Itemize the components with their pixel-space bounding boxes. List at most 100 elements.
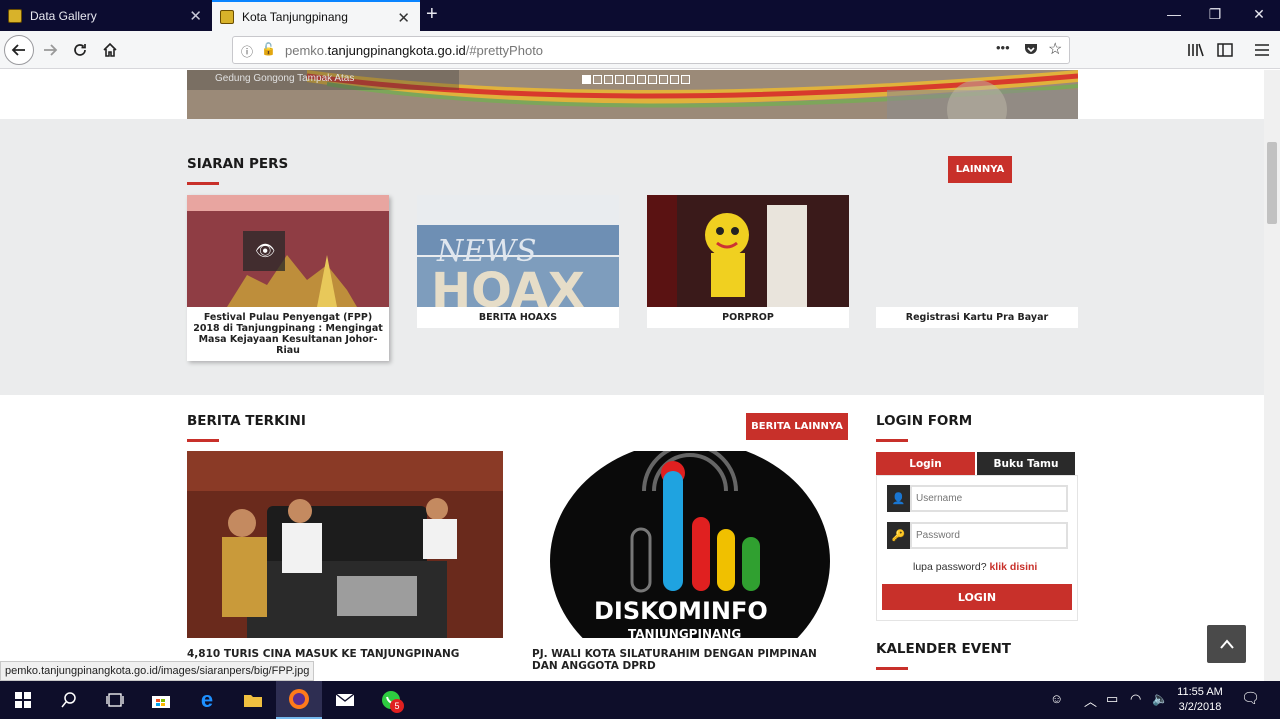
hero-slider[interactable]: Gedung Gongong Tampak Atas <box>187 70 1078 119</box>
slider-dot[interactable] <box>615 75 624 84</box>
window-close-icon[interactable]: ✕ <box>1249 6 1269 23</box>
forward-arrow-icon[interactable] <box>37 37 63 63</box>
tab-title: Kota Tanjungpinang <box>242 9 348 24</box>
press-card[interactable]: Registrasi Kartu Pra Bayar <box>876 307 1078 328</box>
restore-icon[interactable]: ❐ <box>1205 6 1225 23</box>
pocket-icon[interactable] <box>1023 41 1039 62</box>
slider-dot[interactable] <box>626 75 635 84</box>
press-card-image[interactable]: 👁 <box>187 195 389 307</box>
press-card-image[interactable]: NEWS HOAX <box>417 195 619 307</box>
whatsapp-icon[interactable]: 5 <box>368 681 414 719</box>
title-underline <box>187 182 219 185</box>
press-card-title[interactable]: Festival Pulau Penyengat (FPP) 2018 di T… <box>191 312 385 356</box>
tray-chevron-up-icon[interactable]: ︿ <box>1084 691 1097 710</box>
press-card[interactable]: PORPROP <box>647 195 849 328</box>
tab-login[interactable]: Login <box>876 452 975 475</box>
tab-kota-tanjungpinang[interactable]: Kota Tanjungpinang ✕ <box>212 0 420 31</box>
login-button[interactable]: LOGIN <box>882 584 1072 610</box>
page-actions-icon[interactable]: ••• <box>996 40 1010 55</box>
back-arrow-icon[interactable] <box>4 35 34 65</box>
title-underline <box>187 439 219 442</box>
system-clock[interactable]: 11:55 AM 3/2/2018 <box>1168 685 1232 715</box>
site-favicon-icon <box>220 9 234 24</box>
url-bar[interactable]: ⓘ 🔓 pemko.tanjungpinangkota.go.id/#prett… <box>232 36 1070 64</box>
slider-dot[interactable] <box>648 75 657 84</box>
library-icon[interactable] <box>1183 37 1209 63</box>
action-center-icon[interactable]: 🗨 <box>1241 689 1260 707</box>
press-card-title[interactable]: BERITA HOAXS <box>421 312 615 323</box>
file-explorer-icon[interactable] <box>230 681 276 719</box>
forgot-password-text: lupa password? klik disini <box>913 561 1037 573</box>
news-title[interactable]: PJ. WALI KOTA SILATURAHIM DENGAN PIMPINA… <box>532 648 832 672</box>
slider-dot[interactable] <box>681 75 690 84</box>
bookmark-star-icon[interactable]: ☆ <box>1048 39 1062 59</box>
scrollbar-thumb[interactable] <box>1267 142 1277 224</box>
clock-date: 3/2/2018 <box>1178 701 1222 713</box>
page-scrollbar[interactable] <box>1264 70 1280 681</box>
hamburger-menu-icon[interactable] <box>1249 37 1275 63</box>
insecure-lock-icon[interactable]: 🔓 <box>261 42 276 56</box>
news-image-turis[interactable] <box>187 451 503 638</box>
slider-dot[interactable] <box>670 75 679 84</box>
web-page: Gedung Gongong Tampak Atas SIARAN PERS L… <box>0 70 1264 681</box>
press-card[interactable]: NEWS HOAX BERITA HOAXS <box>417 195 619 328</box>
svg-text:DISKOMINFO: DISKOMINFO <box>594 597 768 625</box>
windows-taskbar: e 5 ☺ ︿ ▭ ◠ 🔈 11:55 AM 3/2/2018 🗨 <box>0 681 1280 719</box>
wifi-icon[interactable]: ◠ <box>1130 691 1141 707</box>
status-bar-url: pemko.tanjungpinangkota.go.id/images/sia… <box>0 661 315 681</box>
section-title-login-form: LOGIN FORM <box>876 413 973 429</box>
press-card[interactable]: 👁 Festival Pulau Penyengat (FPP) 2018 di… <box>187 195 389 361</box>
mail-icon[interactable] <box>322 681 368 719</box>
people-icon[interactable]: ☺ <box>1050 691 1063 706</box>
search-icon[interactable] <box>46 681 92 719</box>
scroll-to-top-button[interactable] <box>1207 625 1246 663</box>
slider-dot[interactable] <box>604 75 613 84</box>
tab-title: Data Gallery <box>30 8 97 23</box>
login-form-box: 👤 🔑 lupa password? klik disini LOGIN <box>876 475 1078 621</box>
url-text[interactable]: pemko.tanjungpinangkota.go.id/#prettyPho… <box>285 43 543 58</box>
windows-start-icon[interactable] <box>0 681 46 719</box>
slider-dot[interactable] <box>637 75 646 84</box>
notification-badge: 5 <box>390 699 404 713</box>
info-icon[interactable]: ⓘ <box>241 43 253 60</box>
home-icon[interactable] <box>97 37 123 63</box>
sidebar-icon[interactable] <box>1212 37 1238 63</box>
slider-dot[interactable] <box>582 75 591 84</box>
edge-browser-icon[interactable]: e <box>184 681 230 719</box>
lainnya-button[interactable]: LAINNYA <box>948 156 1012 183</box>
svg-text:TANJUNGPINANG: TANJUNGPINANG <box>628 627 741 638</box>
press-card-title[interactable]: PORPROP <box>651 312 845 323</box>
title-underline <box>876 439 908 442</box>
volume-icon[interactable]: 🔈 <box>1152 691 1168 707</box>
press-card-image[interactable] <box>647 195 849 307</box>
section-title-berita-terkini: BERITA TERKINI <box>187 413 306 429</box>
minimize-icon[interactable]: — <box>1164 6 1184 22</box>
browser-nav-bar: ⓘ 🔓 pemko.tanjungpinangkota.go.id/#prett… <box>0 31 1280 69</box>
username-field[interactable]: 👤 <box>887 485 1068 512</box>
username-input[interactable] <box>910 485 1068 512</box>
task-view-icon[interactable] <box>92 681 138 719</box>
close-tab-icon[interactable]: ✕ <box>397 9 410 27</box>
slider-dot[interactable] <box>659 75 668 84</box>
close-tab-icon[interactable]: ✕ <box>189 7 202 25</box>
battery-icon[interactable]: ▭ <box>1106 691 1118 707</box>
password-field[interactable]: 🔑 <box>887 522 1068 549</box>
user-icon: 👤 <box>887 485 910 512</box>
store-icon[interactable] <box>138 681 184 719</box>
site-favicon-icon <box>8 8 22 23</box>
forgot-password-link[interactable]: klik disini <box>989 561 1037 573</box>
tab-buku-tamu[interactable]: Buku Tamu <box>977 452 1075 475</box>
berita-lainnya-button[interactable]: BERITA LAINNYA <box>746 413 848 440</box>
slider-pagination[interactable] <box>582 75 690 84</box>
reload-icon[interactable] <box>67 37 93 63</box>
new-tab-icon[interactable]: + <box>426 3 438 26</box>
news-image-diskominfo[interactable]: DISKOMINFO TANJUNGPINANG <box>532 451 848 638</box>
slider-dot[interactable] <box>593 75 602 84</box>
firefox-icon[interactable] <box>276 681 322 719</box>
chevron-up-icon <box>1219 639 1234 649</box>
tab-data-gallery[interactable]: Data Gallery ✕ <box>0 0 212 31</box>
press-card-title[interactable]: Registrasi Kartu Pra Bayar <box>880 312 1074 323</box>
password-input[interactable] <box>910 522 1068 549</box>
eye-view-icon[interactable]: 👁 <box>255 241 275 261</box>
siaran-pers-section: SIARAN PERS LAINNYA 👁 Festival Pulau Pen… <box>0 119 1264 395</box>
